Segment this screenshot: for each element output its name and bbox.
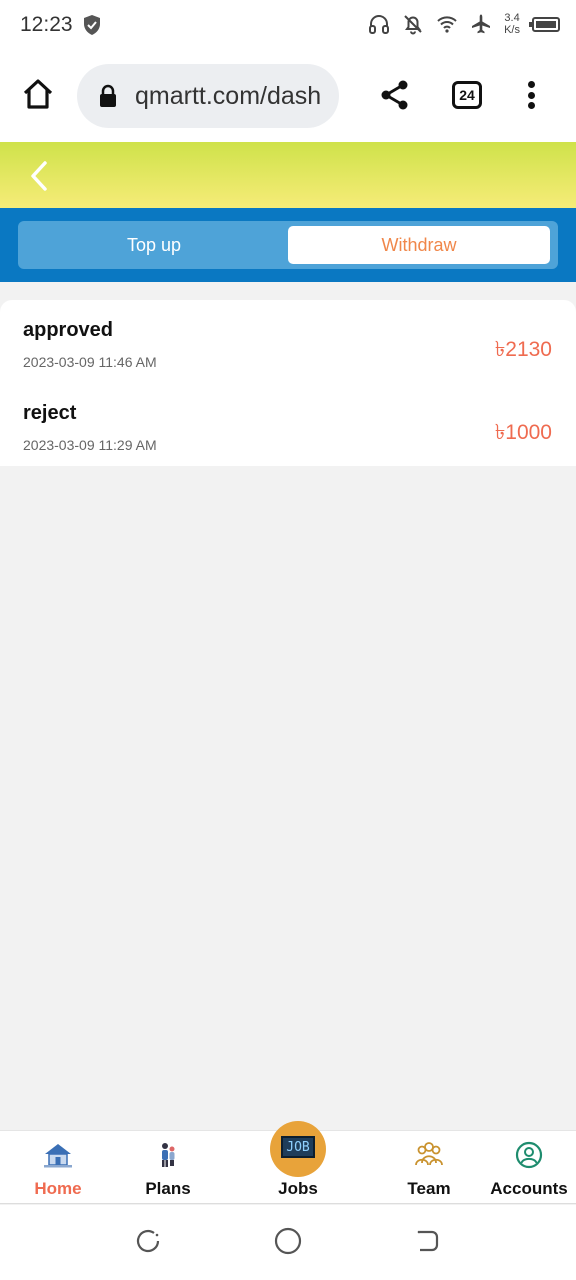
- nav-plans[interactable]: Plans: [118, 1131, 218, 1205]
- status-bar: 12:23 3.4 K/s: [0, 0, 576, 52]
- bottom-nav: Home Plans JOB Jobs Team Accounts: [0, 1121, 576, 1205]
- account-icon: [515, 1141, 543, 1169]
- wifi-icon: [437, 16, 457, 33]
- list-item[interactable]: reject 2023-03-09 11:29 AM ৳1000: [0, 383, 576, 466]
- battery-icon: [529, 16, 560, 32]
- nav-team[interactable]: Team: [379, 1131, 479, 1205]
- tab-switcher: Top up Withdraw: [18, 221, 558, 269]
- nav-accounts[interactable]: Accounts: [479, 1131, 576, 1205]
- system-nav-bar: [0, 1205, 576, 1280]
- lock-icon: [100, 84, 116, 107]
- tab-withdraw[interactable]: Withdraw: [288, 226, 550, 264]
- job-board-icon: JOB: [270, 1121, 326, 1177]
- withdraw-records-list: approved 2023-03-09 11:46 AM ৳2130 rejec…: [0, 300, 576, 466]
- home-circle-icon[interactable]: [274, 1227, 302, 1255]
- bell-off-icon: [404, 15, 422, 35]
- plans-people-icon: [162, 1143, 175, 1167]
- airplane-icon: [472, 14, 491, 34]
- tabs-icon[interactable]: 24: [452, 81, 482, 109]
- tab-count: 24: [459, 87, 475, 103]
- url-bar[interactable]: qmartt.com/dash: [77, 64, 339, 128]
- team-icon: [415, 1142, 443, 1166]
- nav-home[interactable]: Home: [8, 1131, 108, 1205]
- record-amount: ৳1000: [494, 421, 552, 444]
- page-header: [0, 142, 576, 208]
- list-item[interactable]: approved 2023-03-09 11:46 AM ৳2130: [0, 300, 576, 383]
- record-datetime: 2023-03-09 11:29 AM: [23, 437, 157, 453]
- shield-icon: [84, 15, 100, 35]
- browser-toolbar: qmartt.com/dash 24: [0, 52, 576, 142]
- net-speed: 3.4 K/s: [504, 12, 520, 36]
- share-icon[interactable]: [378, 78, 412, 112]
- home-icon[interactable]: [20, 76, 56, 112]
- nav-jobs[interactable]: JOB Jobs: [248, 1121, 348, 1205]
- url-text: qmartt.com/dash: [135, 82, 322, 110]
- record-status: approved: [23, 319, 114, 341]
- record-status: reject: [23, 402, 77, 424]
- back-icon[interactable]: [414, 1227, 442, 1255]
- tab-top-up[interactable]: Top up: [23, 226, 285, 264]
- home-house-icon: [44, 1144, 72, 1168]
- chevron-left-icon[interactable]: [24, 156, 60, 196]
- tab-band: Top up Withdraw: [0, 208, 576, 282]
- more-vert-icon[interactable]: [520, 78, 542, 112]
- headphones-icon: [369, 15, 390, 34]
- record-datetime: 2023-03-09 11:46 AM: [23, 354, 157, 370]
- status-time: 12:23: [20, 13, 73, 36]
- record-amount: ৳2130: [494, 338, 552, 361]
- recents-icon[interactable]: [134, 1227, 162, 1255]
